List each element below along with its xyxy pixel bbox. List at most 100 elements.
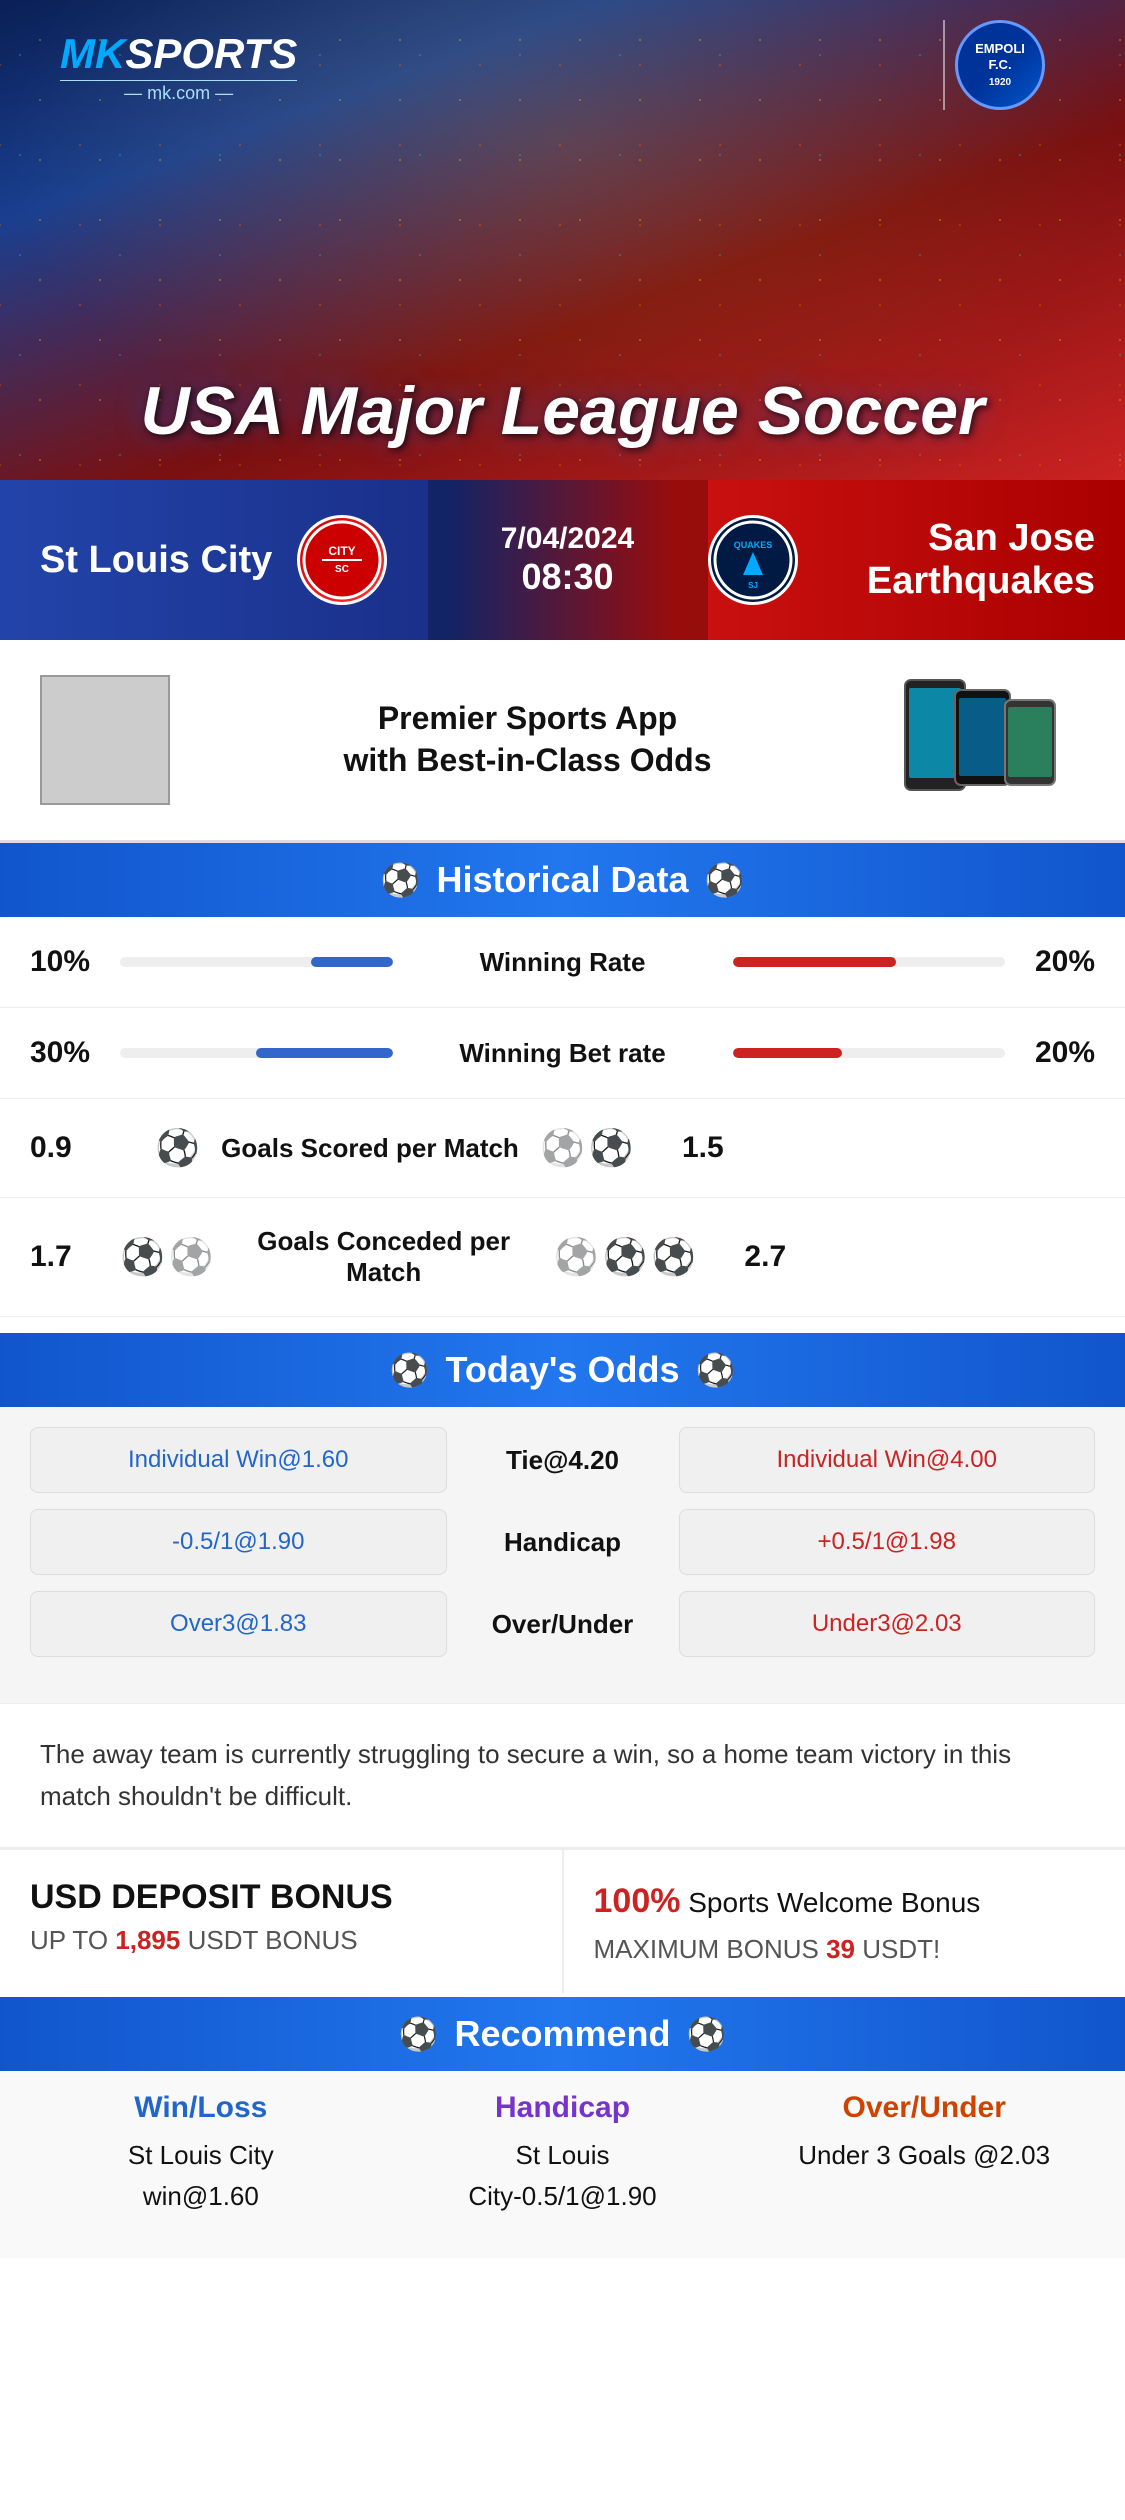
odds-section: Individual Win@1.60 Tie@4.20 Individual … [0, 1407, 1125, 1703]
recommend-ou-title: Over/Under [753, 2091, 1095, 2125]
odds-away-win[interactable]: Individual Win@4.00 [679, 1427, 1096, 1493]
stl-logo: CITY SC [297, 515, 387, 605]
ball-icon: ⚽ [554, 1236, 599, 1278]
sj-logo: QUAKES SJ [708, 515, 798, 605]
home-team-name: St Louis City [40, 539, 272, 582]
brand-logo: MKSPORTS — mk.com — [60, 30, 297, 104]
odds-under[interactable]: Under3@2.03 [679, 1591, 1096, 1657]
odds-over[interactable]: Over3@1.83 [30, 1591, 447, 1657]
match-time: 08:30 [521, 556, 613, 598]
goals-scored-icons-left: ⚽ [120, 1127, 200, 1169]
away-team: QUAKES SJ San Jose Earthquakes [708, 510, 1125, 610]
recommend-winloss-body: St Louis Citywin@1.60 [30, 2135, 372, 2218]
match-date: 7/04/2024 [501, 522, 634, 556]
goals-conceded-right-val: 2.7 [706, 1240, 786, 1274]
winning-bet-left-val: 30% [30, 1036, 110, 1070]
odds-row-ou: Over3@1.83 Over/Under Under3@2.03 [30, 1591, 1095, 1657]
odds-home-win[interactable]: Individual Win@1.60 [30, 1427, 447, 1493]
match-bar: St Louis City CITY SC 7/04/2024 08:30 QU… [0, 480, 1125, 640]
app-qr-code [40, 675, 170, 805]
odds-center-ou: Over/Under [463, 1609, 663, 1640]
historical-header: ⚽ Historical Data ⚽ [0, 843, 1125, 917]
svg-text:SJ: SJ [748, 581, 758, 590]
home-team-badge: CITY SC [292, 510, 392, 610]
goals-scored-label: Goals Scored per Match [210, 1133, 530, 1164]
partner-name: EMPOLIF.C.1920 [975, 41, 1025, 88]
ball-icon: ⚽ [651, 1236, 696, 1278]
stat-row-winning-bet-rate: 30% Winning Bet rate 20% [0, 1008, 1125, 1099]
recommend-handicap-body: St LouisCity-0.5/1@1.90 [392, 2135, 734, 2218]
winning-rate-right-val: 20% [1015, 945, 1095, 979]
bonus-section: USD DEPOSIT BONUS UP TO 1,895 USDT BONUS… [0, 1847, 1125, 1993]
ball-icon: ⚽ [169, 1236, 214, 1278]
winning-bet-bar-right [733, 1048, 1006, 1058]
bonus-right-title: 100% Sports Welcome Bonus [594, 1878, 1096, 1926]
recommend-section: Win/Loss St Louis Citywin@1.60 Handicap … [0, 2071, 1125, 2258]
partner-badge: EMPOLIF.C.1920 [955, 20, 1045, 110]
historical-title: Historical Data [436, 859, 688, 901]
goals-conceded-left-val: 1.7 [30, 1240, 110, 1274]
goals-conceded-icons-right: ⚽ ⚽ ⚽ [554, 1236, 696, 1278]
ball-icon-right-odds: ⚽ [695, 1351, 735, 1389]
odds-handicap-away[interactable]: +0.5/1@1.98 [679, 1509, 1096, 1575]
ball-icon: ⚽ [602, 1236, 647, 1278]
app-phones-image [885, 670, 1085, 810]
ball-icon: ⚽ [155, 1127, 200, 1169]
app-promo-headline: Premier Sports Appwith Best-in-Class Odd… [190, 698, 865, 781]
winning-bet-label: Winning Bet rate [403, 1038, 723, 1069]
goals-conceded-label: Goals Conceded per Match [224, 1226, 544, 1288]
bonus-max-amount: 39 [826, 1934, 855, 1964]
odds-row-win: Individual Win@1.60 Tie@4.20 Individual … [30, 1427, 1095, 1493]
goals-conceded-icons-left: ⚽ ⚽ [120, 1236, 214, 1278]
stat-row-goals-scored: 0.9 ⚽ Goals Scored per Match ⚽ ⚽ 1.5 [0, 1099, 1125, 1198]
ball-icon: ⚽ [589, 1127, 634, 1169]
match-center: 7/04/2024 08:30 [428, 480, 708, 640]
odds-row-handicap: -0.5/1@1.90 Handicap +0.5/1@1.98 [30, 1509, 1095, 1575]
ball-icon: ⚽ [540, 1127, 585, 1169]
ball-icon-left-odds: ⚽ [390, 1351, 430, 1389]
winning-bet-right-val: 20% [1015, 1036, 1095, 1070]
ball-icon-right-rec: ⚽ [687, 2015, 727, 2053]
ball-icon: ⚽ [120, 1236, 165, 1278]
recommend-header: ⚽ Recommend ⚽ [0, 1997, 1125, 2071]
goals-scored-right-val: 1.5 [644, 1131, 724, 1165]
hero-banner: MKSPORTS — mk.com — EMPOLIF.C.1920 USA M… [0, 0, 1125, 480]
goals-scored-left-val: 0.9 [30, 1131, 110, 1165]
recommend-title: Recommend [454, 2013, 670, 2055]
winning-bet-bar-left [120, 1048, 393, 1058]
winning-rate-bar-right [733, 957, 1006, 967]
svg-text:CITY: CITY [329, 544, 356, 558]
bonus-pct: 100% [594, 1882, 681, 1920]
stat-row-winning-rate: 10% Winning Rate 20% [0, 917, 1125, 1008]
odds-handicap-home[interactable]: -0.5/1@1.90 [30, 1509, 447, 1575]
stat-row-goals-conceded: 1.7 ⚽ ⚽ Goals Conceded per Match ⚽ ⚽ ⚽ 2… [0, 1198, 1125, 1317]
bonus-right: 100% Sports Welcome Bonus MAXIMUM BONUS … [564, 1850, 1125, 1993]
bonus-left-title: USD DEPOSIT BONUS [30, 1878, 532, 1917]
analysis-section: The away team is currently struggling to… [0, 1703, 1125, 1847]
bonus-left-sub: UP TO 1,895 USDT BONUS [30, 1925, 532, 1956]
app-promo-section: Premier Sports Appwith Best-in-Class Odd… [0, 640, 1125, 843]
analysis-content: The away team is currently struggling to… [40, 1739, 1011, 1811]
bar-fill [311, 957, 393, 967]
svg-text:QUAKES: QUAKES [733, 540, 772, 550]
odds-center-tie: Tie@4.20 [463, 1445, 663, 1476]
winning-rate-label: Winning Rate [403, 947, 723, 978]
home-team: St Louis City CITY SC [0, 510, 428, 610]
recommend-row: Win/Loss St Louis Citywin@1.60 Handicap … [30, 2091, 1095, 2218]
historical-section: 10% Winning Rate 20% 30% Winning Bet rat… [0, 917, 1125, 1317]
bar-fill-right [733, 1048, 842, 1058]
bar-fill [256, 1048, 392, 1058]
goals-scored-icons-right: ⚽ ⚽ [540, 1127, 634, 1169]
ball-icon-left: ⚽ [381, 861, 421, 899]
logo-divider [943, 20, 945, 110]
bonus-amount: 1,895 [115, 1925, 180, 1955]
away-team-name: San Jose Earthquakes [818, 517, 1096, 603]
recommend-card-handicap: Handicap St LouisCity-0.5/1@1.90 [392, 2091, 734, 2218]
recommend-card-ou: Over/Under Under 3 Goals @2.03 [753, 2091, 1095, 2218]
svg-text:SC: SC [335, 564, 349, 575]
hero-title: USA Major League Soccer [0, 372, 1125, 450]
ball-icon-right: ⚽ [705, 861, 745, 899]
away-team-badge: QUAKES SJ [708, 510, 798, 610]
brand-domain: — mk.com — [60, 80, 297, 104]
recommend-ou-body: Under 3 Goals @2.03 [753, 2135, 1095, 2177]
